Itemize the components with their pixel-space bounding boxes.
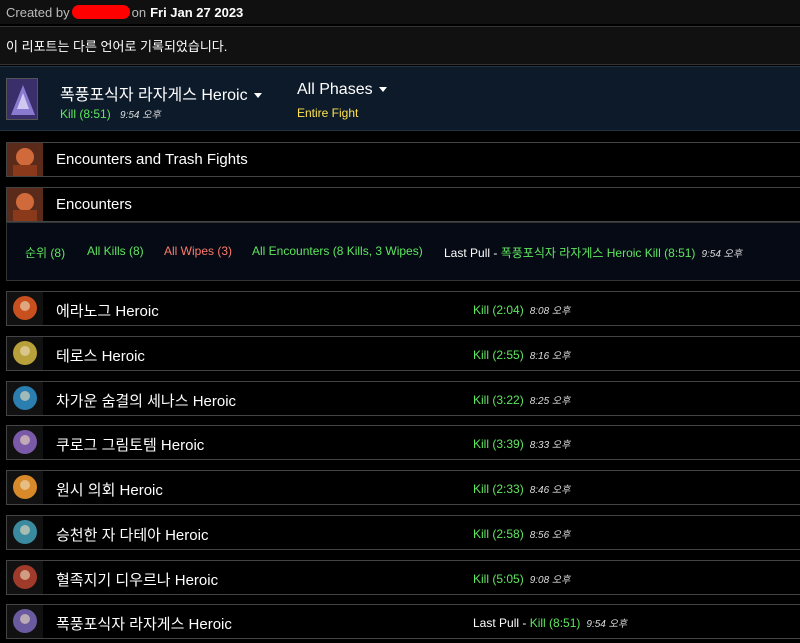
encounter-row[interactable]: 원시 의회 Heroic Kill (2:33) 8:46 오후 [6, 470, 800, 505]
encounter-kill: Kill (2:58) [473, 527, 524, 541]
created-bar: Created by on Fri Jan 27 2023 [0, 0, 800, 24]
boss-portrait-icon [7, 292, 43, 325]
report-header: 폭풍포식자 라자게스 Heroic Kill (8:51) 9:54 오후 Al… [0, 66, 800, 131]
encounter-result: Kill (2:33) 8:46 오후 [473, 481, 570, 496]
encounter-row[interactable]: 쿠로그 그림토템 Heroic Kill (3:39) 8:33 오후 [6, 425, 800, 460]
section-label: Encounters and Trash Fights [56, 151, 248, 168]
encounter-name: 테로스 Heroic [56, 348, 145, 365]
encounter-kill: Kill (3:39) [473, 437, 524, 451]
encounter-row[interactable]: 에라노그 Heroic Kill (2:04) 8:08 오후 [6, 291, 800, 326]
kill-time: 9:54 오후 [120, 110, 161, 121]
phase-select-dropdown[interactable]: All Phases [297, 81, 387, 99]
boss-portrait-icon [7, 605, 43, 638]
filter-all-encounters[interactable]: All Encounters (8 Kills, 3 Wipes) [252, 244, 423, 258]
boss-title: 폭풍포식자 라자게스 Heroic [60, 87, 248, 104]
encounter-result: Kill (3:22) 8:25 오후 [473, 392, 570, 407]
encounter-result: Kill (3:39) 8:33 오후 [473, 436, 570, 451]
last-pull-value: 폭풍포식자 라자게스 Heroic Kill (8:51) [500, 246, 696, 260]
section-encounters-and-trash[interactable]: Encounters and Trash Fights [6, 142, 800, 177]
section-label: Encounters [56, 196, 132, 213]
last-pull-separator: - [519, 616, 530, 630]
encounter-result: Last Pull - Kill (8:51) 9:54 오후 [473, 615, 627, 630]
encounter-name: 쿠로그 그림토템 Heroic [56, 437, 205, 454]
encounter-result: Kill (2:58) 8:56 오후 [473, 526, 570, 541]
created-prefix: Created by [6, 4, 70, 20]
encounter-name: 차가운 숨결의 세나스 Heroic [56, 393, 237, 410]
encounter-name: 혈족지기 디우르나 Heroic [56, 572, 219, 589]
boss-portrait-icon [7, 516, 43, 549]
filter-rank[interactable]: 순위 (8) [25, 244, 65, 261]
encounter-kill: Kill (5:05) [473, 572, 524, 586]
encounter-kill: Kill (2:04) [473, 303, 524, 317]
encounter-name: 폭풍포식자 라자게스 Heroic [56, 616, 232, 633]
boss-portrait-icon [7, 337, 43, 370]
encounter-kill: Kill (3:22) [473, 393, 524, 407]
encounter-time: 9:08 오후 [529, 575, 571, 586]
boss-portrait-icon [6, 78, 38, 120]
encounter-filter-bar: 순위 (8) All Kills (8) All Wipes (3) All E… [6, 222, 800, 281]
boss-portrait-icon [7, 471, 43, 504]
redacted-author [71, 5, 130, 19]
last-pull-label: Last Pull [473, 616, 520, 630]
encounter-row[interactable]: 차가운 숨결의 세나스 Heroic Kill (3:22) 8:25 오후 [6, 381, 800, 416]
boss-portrait-icon [7, 382, 43, 415]
last-pull-label: Last Pull [444, 246, 491, 260]
filter-all-wipes[interactable]: All Wipes (3) [164, 244, 232, 258]
language-notice-text: 이 리포트는 다른 언어로 기록되었습니다. [6, 39, 228, 54]
created-middle: on [131, 4, 147, 20]
encounter-name: 원시 의회 Heroic [56, 482, 163, 499]
encounter-time: 8:56 오후 [529, 530, 571, 541]
encounter-row[interactable]: 승천한 자 다테아 Heroic Kill (2:58) 8:56 오후 [6, 515, 800, 550]
encounter-row[interactable]: 폭풍포식자 라자게스 Heroic Last Pull - Kill (8:51)… [6, 604, 800, 639]
encounter-time: 8:33 오후 [529, 440, 571, 451]
last-pull-separator: - [490, 246, 501, 260]
chevron-down-icon [253, 93, 262, 99]
phase-subtitle: Entire Fight [297, 106, 359, 120]
encounter-kill: Kill (2:55) [473, 348, 524, 362]
filter-all-kills[interactable]: All Kills (8) [87, 244, 144, 258]
encounter-time: 8:25 오후 [529, 396, 571, 407]
encounter-result: Kill (2:04) 8:08 오후 [473, 302, 570, 317]
encounter-name: 승천한 자 다테아 Heroic [56, 527, 209, 544]
filter-last-pull[interactable]: Last Pull - 폭풍포식자 라자게스 Heroic Kill (8:51… [444, 244, 742, 261]
boss-select-dropdown[interactable]: 폭풍포식자 라자게스 Heroic [60, 81, 262, 105]
section-encounters[interactable]: Encounters [6, 187, 800, 222]
kill-label: Kill (8:51) [60, 107, 111, 121]
encounter-kill: Kill (2:33) [473, 482, 524, 496]
fight-summary: Kill (8:51) 9:54 오후 [60, 106, 161, 121]
encounter-category-icon [7, 143, 43, 176]
encounter-row[interactable]: 테로스 Heroic Kill (2:55) 8:16 오후 [6, 336, 800, 371]
encounter-time: 9:54 오후 [586, 619, 628, 630]
encounter-result: Kill (5:05) 9:08 오후 [473, 571, 570, 586]
encounter-time: 8:16 오후 [529, 351, 571, 362]
last-pull-time: 9:54 오후 [701, 249, 743, 260]
encounter-name: 에라노그 Heroic [56, 303, 159, 320]
encounter-result: Kill (2:55) 8:16 오후 [473, 347, 570, 362]
chevron-down-icon [378, 87, 387, 93]
encounter-time: 8:46 오후 [529, 485, 571, 496]
created-date: Fri Jan 27 2023 [150, 4, 244, 20]
encounter-kill: Kill (8:51) [529, 616, 581, 630]
encounter-category-icon [7, 188, 43, 221]
boss-portrait-icon [7, 561, 43, 594]
encounter-row[interactable]: 혈족지기 디우르나 Heroic Kill (5:05) 9:08 오후 [6, 560, 800, 595]
encounter-time: 8:08 오후 [529, 306, 571, 317]
language-notice: 이 리포트는 다른 언어로 기록되었습니다. [0, 26, 800, 65]
boss-portrait-icon [7, 426, 43, 459]
phase-title: All Phases [297, 81, 373, 98]
